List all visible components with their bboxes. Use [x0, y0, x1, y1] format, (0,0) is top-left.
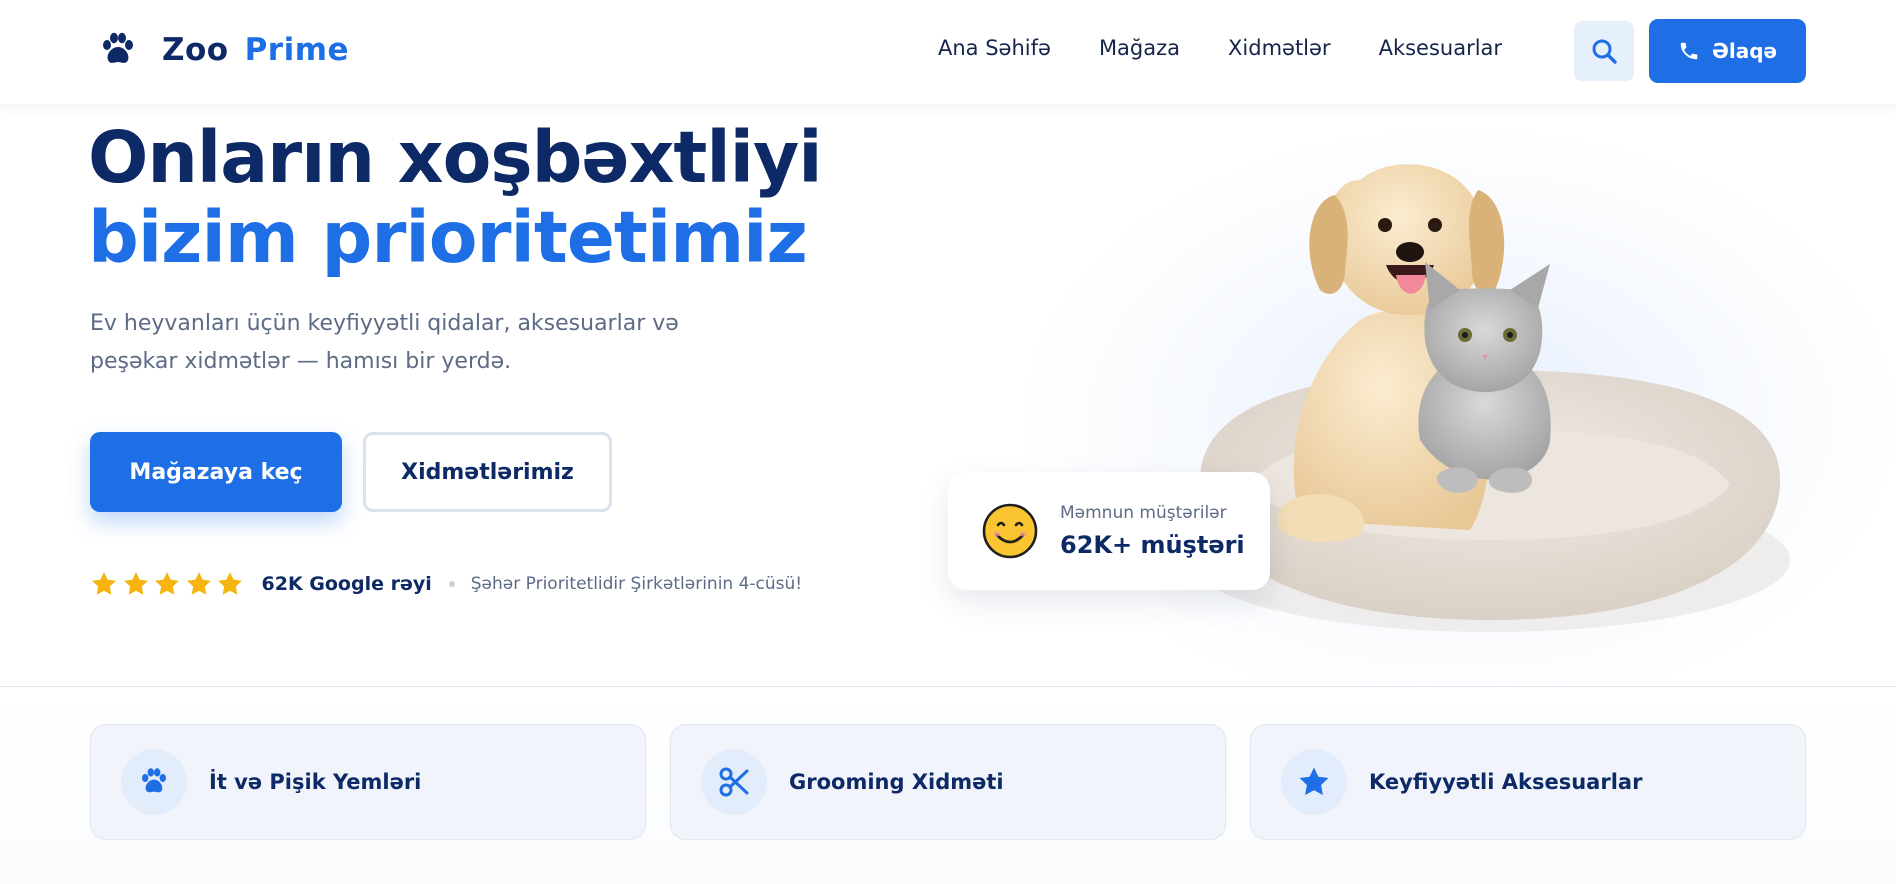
google-reviews-count: 62K Google rəyi	[261, 573, 432, 595]
logo[interactable]: Zoo Prime	[98, 30, 349, 70]
feature-card-accessories[interactable]: Keyfiyyətli Aksesuarlar	[1250, 724, 1806, 840]
customers-label: Məmnun müştərilər	[1060, 503, 1227, 523]
nav-item-home[interactable]: Ana Səhifə	[938, 36, 1051, 60]
customers-text: Məmnun müştərilər 62K+ müştəri	[1060, 503, 1245, 559]
smiley-icon	[982, 503, 1038, 559]
separator-dot	[448, 581, 455, 587]
main-nav: Ana Səhifə Mağaza Xidmətlər Aksesuarlar	[938, 36, 1550, 60]
go-to-shop-button[interactable]: Mağazaya keç	[90, 432, 342, 512]
paw-logo-icon	[103, 32, 133, 63]
contact-button[interactable]: Əlaqə	[1649, 19, 1806, 83]
feature-icon-circle	[701, 749, 767, 815]
our-services-button[interactable]: Xidmətlərimiz	[363, 432, 612, 512]
star-icon	[218, 572, 242, 595]
star-icon	[123, 572, 148, 595]
rating-row: 62K Google rəyi Şəhər Prioritetlidir Şir…	[90, 568, 802, 600]
nav-item-accessories[interactable]: Aksesuarlar	[1379, 36, 1502, 60]
star-icon	[155, 572, 179, 595]
hero-title-line2: bizim prioritetimiz	[88, 196, 808, 279]
feature-label: Keyfiyyətli Aksesuarlar	[1369, 770, 1643, 794]
scissors-icon	[719, 767, 749, 797]
site-header: Zoo Prime Ana Səhifə Mağaza Xidmətlər Ak…	[0, 0, 1896, 104]
feature-label: İt və Pişik Yemləri	[209, 770, 422, 794]
paw-icon	[142, 768, 166, 793]
rating-stars	[90, 570, 248, 598]
phone-icon	[1680, 42, 1698, 60]
hero-description: Ev heyvanları üçün keyfiyyətli qidalar, …	[90, 311, 679, 374]
satisfied-customers-card: Məmnun müştərilər 62K+ müştəri	[948, 472, 1270, 590]
contact-button-label: Əlaqə	[1711, 39, 1778, 63]
nav-item-services[interactable]: Xidmətlər	[1228, 36, 1331, 60]
page: Zoo Prime Ana Səhifə Mağaza Xidmətlər Ak…	[0, 0, 1896, 884]
ranking-text: Şəhər Prioritetlidir Şirkətlərinin 4-cüs…	[470, 574, 803, 594]
star-icon	[1299, 767, 1329, 796]
search-icon	[1592, 39, 1617, 64]
star-icon	[186, 572, 211, 595]
search-button[interactable]	[1574, 21, 1634, 81]
feature-label: Grooming Xidməti	[789, 770, 1004, 794]
feature-icon-circle	[1281, 749, 1347, 815]
feature-card-pet-food[interactable]: İt və Pişik Yemləri	[90, 724, 646, 840]
logo-text: Zoo	[162, 32, 229, 68]
feature-icon-circle	[121, 749, 187, 815]
nav-item-shop[interactable]: Mağaza	[1099, 36, 1180, 60]
feature-card-grooming[interactable]: Grooming Xidməti	[670, 724, 1226, 840]
logo-accent-text: Prime	[244, 32, 350, 68]
customers-value: 62K+ müştəri	[1060, 531, 1245, 559]
hero-title-line1: Onların xoşbəxtliyi	[88, 116, 823, 199]
star-icon	[92, 572, 116, 595]
